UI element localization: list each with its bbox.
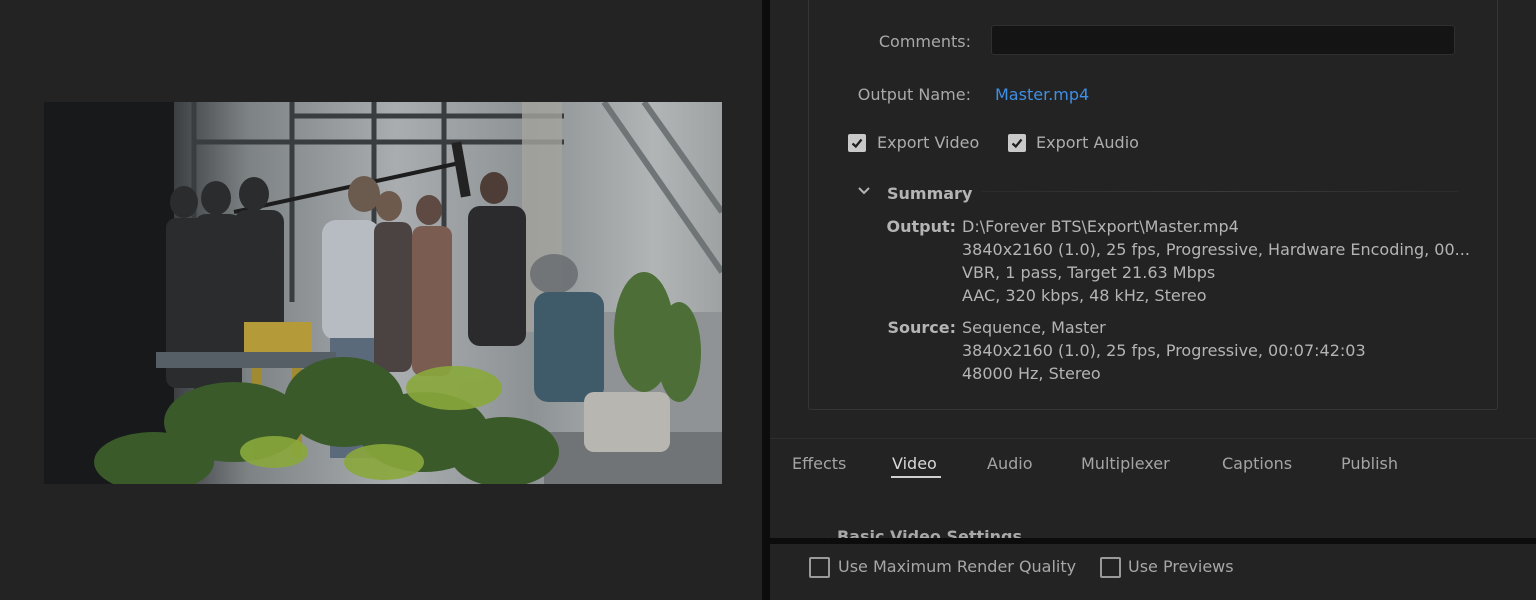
active-tab-indicator <box>891 476 941 478</box>
summary-title: Summary <box>887 184 973 203</box>
export-video-checkbox[interactable] <box>848 134 866 152</box>
checkmark-icon <box>1011 138 1023 149</box>
tab-effects[interactable]: Effects <box>792 454 846 473</box>
video-frame-illustration <box>44 102 722 484</box>
summary-output-line: VBR, 1 pass, Target 21.63 Mbps <box>962 263 1216 282</box>
chevron-down-icon: ⌄ <box>818 528 837 538</box>
summary-output-line: 3840x2160 (1.0), 25 fps, Progressive, Ha… <box>962 240 1470 259</box>
summary-output-key: Output: <box>886 217 956 236</box>
tab-audio[interactable]: Audio <box>987 454 1032 473</box>
tab-captions[interactable]: Captions <box>1222 454 1292 473</box>
tab-publish[interactable]: Publish <box>1341 454 1398 473</box>
summary-source-key: Source: <box>887 318 956 337</box>
summary-source-line: 3840x2160 (1.0), 25 fps, Progressive, 00… <box>962 341 1366 360</box>
max-render-quality-checkbox[interactable] <box>809 557 830 578</box>
chevron-down-icon[interactable] <box>856 183 872 203</box>
output-name-label: Output Name: <box>857 85 971 104</box>
summary-output-line: AAC, 320 kbps, 48 kHz, Stereo <box>962 286 1207 305</box>
output-name-link[interactable]: Master.mp4 <box>995 85 1089 104</box>
export-video-label: Export Video <box>877 133 980 152</box>
summary-source-line: 48000 Hz, Stereo <box>962 364 1101 383</box>
summary-divider <box>982 191 1458 192</box>
export-audio-label: Export Audio <box>1036 133 1139 152</box>
tab-multiplexer[interactable]: Multiplexer <box>1081 454 1170 473</box>
comments-label: Comments: <box>878 32 971 51</box>
use-previews-checkbox[interactable] <box>1100 557 1121 578</box>
max-render-quality-label: Use Maximum Render Quality <box>838 557 1077 576</box>
video-preview-frame <box>44 102 722 484</box>
summary-output-line: D:\Forever BTS\Export\Master.mp4 <box>962 217 1239 236</box>
use-previews-label: Use Previews <box>1128 557 1234 576</box>
basic-video-settings-label: Basic Video Settings <box>836 528 1023 538</box>
comments-input[interactable] <box>991 25 1455 55</box>
tab-video[interactable]: Video <box>892 454 937 473</box>
summary-source-line: Sequence, Master <box>962 318 1106 337</box>
checkmark-icon <box>851 138 863 149</box>
export-audio-checkbox[interactable] <box>1008 134 1026 152</box>
basic-video-settings-header[interactable]: ⌄ Basic Video Settings <box>818 528 1022 538</box>
